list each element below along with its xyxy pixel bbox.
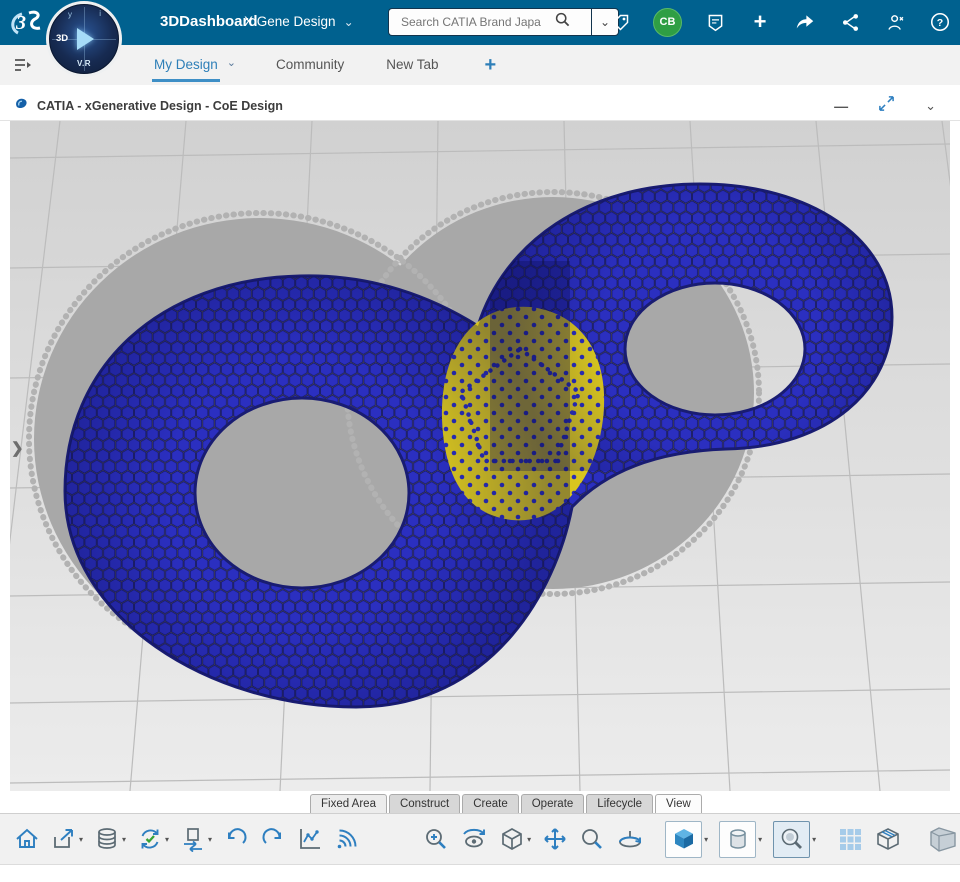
status-strip <box>0 864 960 882</box>
sync-button[interactable]: ▾ <box>137 826 169 852</box>
panel-toggle-icon[interactable] <box>12 55 32 80</box>
chevron-down-icon[interactable]: ▾ <box>122 835 126 844</box>
tab-list: My Design ⌄ Community New Tab + <box>152 45 496 85</box>
search-bar: ⌄ <box>388 8 619 36</box>
tab-view[interactable]: View <box>655 794 702 813</box>
compass-quadrant-icon: y <box>68 10 72 19</box>
tab-lifecycle[interactable]: Lifecycle <box>586 794 654 813</box>
app-menu[interactable]: X Gene Design ⌄ <box>244 14 354 29</box>
save-export-button[interactable]: ▾ <box>51 826 83 852</box>
action-bar: ▾ ▾ ▾ ▾ ▾ ▾ ▾ ▾ <box>0 813 960 864</box>
tab-community[interactable]: Community <box>274 45 346 85</box>
chevron-down-icon[interactable]: ▾ <box>208 835 212 844</box>
dashboard-tab-bar: My Design ⌄ Community New Tab + <box>0 45 960 85</box>
turntable-button[interactable] <box>616 826 644 852</box>
badge-icon[interactable] <box>703 10 727 34</box>
search-icon[interactable] <box>555 12 570 32</box>
tab-construct[interactable]: Construct <box>388 794 461 813</box>
tab-operate[interactable]: Operate <box>520 794 585 813</box>
signal-stream-button[interactable] <box>334 826 360 852</box>
home-button[interactable] <box>14 826 40 852</box>
header-icons: CB + ? <box>608 7 952 37</box>
help-icon[interactable]: ? <box>928 10 952 34</box>
database-button[interactable]: ▾ <box>94 826 126 852</box>
tab-new-tab[interactable]: New Tab <box>384 45 440 85</box>
iso-view-button[interactable]: ▾ <box>665 820 708 858</box>
examine-orbit-button[interactable] <box>460 826 488 852</box>
analyze-graph-button[interactable] <box>297 826 323 852</box>
restore-button[interactable] <box>878 95 895 117</box>
compass-vr-label: V.R <box>76 59 92 68</box>
chevron-down-icon[interactable]: ▾ <box>527 835 531 844</box>
page-gap <box>0 85 960 92</box>
brand-title: 3DDashboard <box>160 13 258 30</box>
magnify-tool-button[interactable]: ▾ <box>773 820 816 858</box>
pan-button[interactable] <box>542 826 568 852</box>
compass-dial[interactable]: y i 3D V.R <box>49 4 119 74</box>
chevron-down-icon: ⌄ <box>343 14 354 29</box>
compass-3d-label: 3D <box>56 33 69 44</box>
redo-button[interactable] <box>260 826 286 852</box>
clipping-section-button[interactable] <box>874 826 902 852</box>
avatar[interactable]: CB <box>653 7 682 37</box>
chevron-down-icon[interactable]: ▾ <box>165 835 169 844</box>
chevron-down-icon: ⌄ <box>226 57 236 69</box>
panel-expander-chevron[interactable]: ❯ <box>11 439 24 457</box>
minimize-button[interactable]: — <box>834 99 848 113</box>
render-style-button[interactable]: ▾ <box>719 820 762 858</box>
3d-scene[interactable] <box>10 121 950 791</box>
clipped-edge-button[interactable] <box>929 824 959 852</box>
app-window-titlebar: CATIA - xGenerative Design - CoE Design … <box>0 92 960 121</box>
3dexperience-compass[interactable]: y i 3D V.R <box>46 1 122 77</box>
top-bar: 3 3DDashboard X Gene Design ⌄ ⌄ <box>0 0 960 45</box>
chevron-down-icon[interactable]: ▾ <box>79 835 83 844</box>
tab-my-design[interactable]: My Design ⌄ <box>152 45 236 85</box>
collapse-chevron-icon[interactable]: ⌄ <box>925 99 936 112</box>
assistant-icon[interactable] <box>883 10 907 34</box>
compass-quadrant-icon: i <box>99 9 101 18</box>
grid-toggle-button[interactable] <box>837 826 863 852</box>
view-cube-button[interactable]: ▾ <box>499 826 531 852</box>
tag-icon[interactable] <box>608 10 632 34</box>
svg-text:?: ? <box>937 17 943 29</box>
chevron-down-icon[interactable]: ▾ <box>704 835 708 844</box>
undo-button[interactable] <box>223 826 249 852</box>
zoom-area-button[interactable] <box>423 826 449 852</box>
search-box[interactable] <box>388 8 591 36</box>
workbench-section-tabs: Fixed Area Construct Create Operate Life… <box>0 791 960 813</box>
share-icon[interactable] <box>793 10 817 34</box>
chevron-down-icon[interactable]: ▾ <box>758 835 762 844</box>
search-input[interactable] <box>399 14 555 30</box>
add-icon[interactable]: + <box>748 10 772 34</box>
3d-viewport[interactable]: ❯ <box>10 121 950 791</box>
window-controls: — ⌄ <box>834 95 936 117</box>
zoom-button[interactable] <box>579 826 605 852</box>
play-icon[interactable] <box>77 28 94 50</box>
svg-text:3: 3 <box>15 12 26 34</box>
dassault-3ds-logo-icon[interactable]: 3 <box>8 5 46 44</box>
tab-create[interactable]: Create <box>462 794 519 813</box>
tab-fixed-area[interactable]: Fixed Area <box>310 794 387 813</box>
add-tab-button[interactable]: + <box>485 54 497 77</box>
chevron-down-icon[interactable]: ▾ <box>812 835 816 844</box>
window-title: CATIA - xGenerative Design - CoE Design <box>37 99 283 113</box>
catia-logo-icon <box>14 96 29 116</box>
exchange-button[interactable]: ▾ <box>180 826 212 852</box>
network-share-icon[interactable] <box>838 10 862 34</box>
